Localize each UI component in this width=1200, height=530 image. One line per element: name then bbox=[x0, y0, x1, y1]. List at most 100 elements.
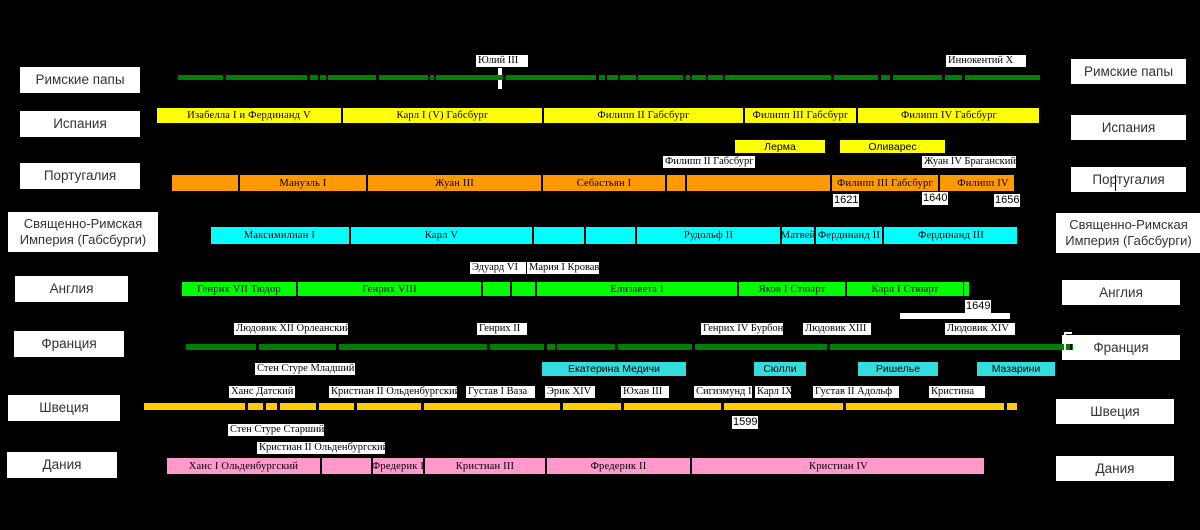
sweden-callout-gustav2: Густав II Адольф bbox=[813, 386, 899, 399]
france-line-gap bbox=[178, 344, 186, 350]
france-callout-louis13: Людовик XIII bbox=[803, 323, 871, 336]
row-label-text: Англия bbox=[1099, 284, 1143, 300]
denmark-segment-christian2 bbox=[321, 458, 372, 474]
popes-line-gap bbox=[307, 75, 310, 80]
row-label-left-sweden: Швеция bbox=[8, 395, 120, 421]
sweden-line-gap bbox=[277, 403, 280, 410]
spain-segment-isabella-ferdinand: Изабелла I и Фердинанд V bbox=[156, 108, 342, 123]
popes-line-gap bbox=[723, 75, 725, 80]
segment-label: Карл I (V) Габсбург bbox=[396, 110, 489, 121]
sweden-line-gap bbox=[843, 403, 846, 410]
sweden-line-gap bbox=[132, 403, 144, 410]
denmark-callout-sture-old: Стен Стуре Старший bbox=[228, 424, 324, 437]
row-label-text: Римские папы bbox=[35, 72, 125, 87]
callout-text: Густав I Ваза bbox=[468, 386, 528, 397]
popes-line-gap bbox=[890, 75, 893, 80]
callout-text: Карл IX bbox=[757, 386, 793, 397]
sweden-callout-kristina: Кристина bbox=[929, 386, 985, 399]
spain-segment-philip4: Филипп IV Габсбург bbox=[857, 108, 1041, 123]
sweden-callout-sigismund3: Сигизмунд III bbox=[694, 386, 759, 399]
sweden-line-gap bbox=[1004, 403, 1007, 410]
denmark-segment-christian4: Кристиан IV bbox=[691, 458, 986, 474]
popes-line-gap bbox=[706, 75, 708, 80]
popes-line-gap bbox=[605, 75, 607, 80]
callout-text: Жуан IV Браганский bbox=[924, 156, 1016, 167]
england-segment-charles1: Карл I Стюарт bbox=[846, 282, 964, 296]
england-segment-elizabeth1: Елизавета I bbox=[536, 282, 738, 296]
date-text: 1640 bbox=[923, 192, 948, 204]
row-label-text: Испания bbox=[1101, 119, 1156, 135]
hre-segment-ferdinand1 bbox=[533, 227, 585, 244]
segment-label: Изабелла I и Фердинанд V bbox=[187, 110, 311, 121]
popes-line-gap bbox=[878, 75, 881, 80]
row-label-right-france: Франция bbox=[1062, 335, 1180, 360]
callout-text: Филипп II Габсбург bbox=[665, 156, 754, 167]
france-timeline-line bbox=[178, 344, 1073, 350]
callout-text: Кристиан II Ольденбургский bbox=[331, 386, 461, 397]
callout-text: Сигизмунд III bbox=[696, 386, 759, 397]
denmark-callout-christian2: Кристиан II Ольденбургский bbox=[257, 442, 389, 455]
denmark-timeline-bar: Ханс I Ольденбургский Фредерик I Кристиа… bbox=[165, 457, 986, 475]
row-label-text: Священно-Римская Империя (Габсбурги) bbox=[19, 216, 147, 247]
sweden-callout-christian2: Кристиан II Ольденбургский bbox=[329, 386, 461, 399]
sweden-date-1599: 1599 bbox=[732, 416, 759, 429]
sweden-callout-juhan3: Юхан III bbox=[621, 386, 669, 399]
france-callout-louis12: Людовик XII Орлеанский bbox=[234, 323, 351, 336]
sweden-timeline-line bbox=[132, 403, 1017, 410]
portugal-segment-manuel: Мануэль I bbox=[239, 175, 367, 191]
spain-segment-philip2: Филипп II Габсбург bbox=[543, 108, 744, 123]
sweden-line-gap bbox=[621, 403, 624, 410]
row-label-text: Римские папы bbox=[1083, 63, 1174, 79]
portugal-segment-henrique bbox=[666, 175, 686, 191]
row-label-right-sweden: Швеция bbox=[1056, 399, 1174, 424]
row-label-left-hre: Священно-Римская Империя (Габсбурги) bbox=[8, 212, 158, 252]
portugal-segment-juan4 bbox=[1027, 175, 1116, 191]
sweden-callout-karl9: Карл IX bbox=[755, 386, 793, 399]
segment-label: Кристиан III bbox=[455, 460, 515, 472]
row-label-text: Священно-Римская Империя (Габсбурги) bbox=[1065, 217, 1192, 248]
row-label-text: Дания bbox=[1095, 460, 1135, 476]
popes-callout-innocent: Иннокентий X bbox=[946, 55, 1026, 68]
callout-text: Генрих IV Бурбон bbox=[703, 323, 784, 334]
row-label-text: Франция bbox=[41, 336, 97, 351]
segment-label: Карл V bbox=[424, 230, 459, 241]
sweden-line-gap bbox=[316, 403, 319, 410]
segment-label: Филипп IV Габсбург bbox=[900, 110, 998, 121]
row-label-text: Англия bbox=[49, 281, 94, 296]
sweden-line-gap bbox=[263, 403, 266, 410]
spain-minister-olivares: Оливарес bbox=[840, 140, 945, 153]
callout-text: Эдуард VI bbox=[472, 262, 518, 273]
date-text: 1649 bbox=[966, 300, 991, 312]
france-callout-louis14: Людовик XIV bbox=[945, 323, 1015, 336]
callout-text: Людовик XIV bbox=[947, 323, 1009, 334]
chip-label: Екатерина Медичи bbox=[567, 363, 661, 375]
callout-text: Кристиан II Ольденбургский bbox=[259, 442, 389, 453]
popes-line-gap bbox=[831, 75, 834, 80]
popes-line-gap bbox=[962, 75, 965, 80]
portugal-segment-pre bbox=[171, 175, 239, 191]
row-label-text: Франция bbox=[1093, 339, 1149, 355]
france-minister-medici: Екатерина Медичи bbox=[542, 362, 686, 376]
denmark-segment-christian3: Кристиан III bbox=[424, 458, 546, 474]
sweden-callout-erik14: Эрик XIV bbox=[545, 386, 595, 399]
chip-label: Мазарини bbox=[991, 363, 1041, 375]
date-text: 1599 bbox=[733, 416, 758, 428]
popes-line-gap bbox=[326, 75, 328, 80]
row-label-left-portugal: Португалия bbox=[20, 163, 140, 189]
segment-label: Кристиан IV bbox=[809, 460, 868, 472]
callout-text: Генрих II bbox=[479, 323, 521, 334]
sweden-callout-gustav1: Густав I Ваза bbox=[466, 386, 535, 399]
chip-label: Ришелье bbox=[875, 363, 921, 375]
popes-line-gap bbox=[618, 75, 620, 80]
segment-label: Фредерик II bbox=[590, 460, 647, 472]
popes-line-gap bbox=[428, 75, 430, 80]
row-label-text: Дания bbox=[42, 457, 82, 472]
france-minister-richelieu: Ришелье bbox=[858, 362, 938, 376]
england-interregnum-bar bbox=[900, 313, 1010, 319]
france-minister-mazarin: Мазарини bbox=[977, 362, 1055, 376]
france-callout-henry2: Генрих II bbox=[477, 323, 527, 336]
date-text: 1621 bbox=[834, 194, 859, 206]
row-label-right-popes: Римские папы bbox=[1071, 59, 1186, 84]
france-line-gap bbox=[487, 344, 490, 350]
france-line-gap bbox=[827, 344, 830, 350]
